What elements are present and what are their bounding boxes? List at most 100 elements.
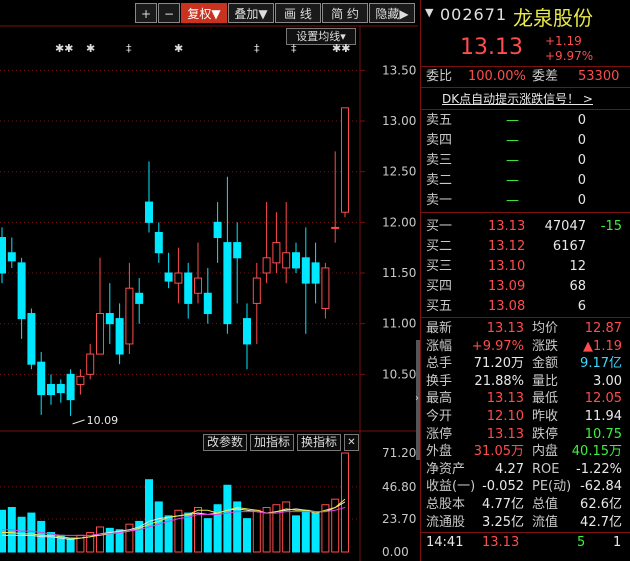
event-marker[interactable]: ✱✱	[55, 42, 73, 55]
candle[interactable]	[292, 242, 300, 273]
stat-value: 13.13	[486, 426, 524, 442]
close-indicator-button[interactable]: ✕	[344, 434, 359, 451]
candle[interactable]	[86, 343, 95, 380]
candle[interactable]	[213, 202, 222, 263]
event-marker[interactable]: ‡	[291, 42, 297, 55]
bid-price: 13.10	[488, 259, 526, 274]
volume-bar	[262, 507, 271, 553]
volume-tick-label: 71.20	[382, 446, 416, 460]
event-marker[interactable]: ✱✱	[332, 42, 350, 55]
tick-row: 14:41 13.13 5 1	[420, 534, 630, 552]
stat-label: 跌停	[532, 426, 559, 442]
candle[interactable]	[164, 252, 173, 289]
candle[interactable]	[262, 202, 271, 284]
candlestick-series	[0, 107, 349, 416]
candle[interactable]	[115, 303, 124, 365]
candle[interactable]	[252, 262, 261, 344]
draw-line-button[interactable]: 画 线	[275, 3, 321, 23]
hide-panel-button[interactable]: 隐藏▶	[369, 3, 415, 23]
event-marker[interactable]: ✱	[174, 42, 183, 55]
candle[interactable]	[282, 202, 291, 284]
bid-volume: 6	[577, 299, 586, 314]
candle[interactable]	[331, 151, 340, 243]
stat-row: 外盘 31.05万 内盘 40.15万	[420, 443, 630, 461]
dk-signal-link[interactable]: DK点自动提示涨跌信号！ >	[442, 90, 593, 107]
ask-volume: 0	[577, 133, 586, 148]
ask-price: —	[506, 153, 519, 168]
price-tick-label: 10.50	[382, 367, 416, 381]
switch-indicator-button[interactable]: 换指标	[297, 434, 341, 451]
candle[interactable]	[233, 222, 242, 304]
stat-value: 11.94	[584, 409, 622, 424]
candle[interactable]	[223, 176, 232, 334]
add-indicator-button[interactable]: 加指标	[250, 434, 294, 451]
ask-label: 卖二	[426, 173, 453, 188]
volume-bar	[252, 509, 261, 553]
stat-value: 3.25亿	[482, 514, 524, 530]
candle[interactable]	[135, 278, 144, 324]
candle[interactable]	[17, 257, 26, 339]
bid-extra: -15	[600, 219, 622, 234]
candle[interactable]	[105, 283, 114, 344]
chevron-down-icon[interactable]: ▼	[425, 6, 433, 19]
candle[interactable]	[47, 374, 55, 405]
candle[interactable]	[341, 107, 349, 218]
stat-value: 21.88%	[474, 373, 524, 389]
volume-bar	[154, 501, 163, 553]
candle[interactable]	[243, 303, 251, 370]
stat-row: 最高 13.13 最低 12.05	[420, 390, 630, 408]
change-params-button[interactable]: 改参数	[203, 434, 247, 451]
weibi-value: 100.00%	[468, 69, 526, 84]
overlay-button[interactable]: 叠加▼	[228, 3, 274, 23]
candle[interactable]	[203, 267, 212, 324]
candle[interactable]	[321, 262, 330, 319]
zoom-in-button[interactable]: +	[135, 3, 157, 23]
fuquan-button[interactable]: 复权▼	[181, 3, 227, 23]
bid-row: 买三 13.10 12	[420, 258, 630, 276]
candle[interactable]	[272, 212, 281, 273]
ask-row: 卖五 — 0	[420, 112, 630, 130]
stat-row: 总股本 4.77亿 总值 62.6亿	[420, 496, 630, 514]
candle[interactable]	[125, 262, 134, 355]
candle[interactable]	[145, 161, 153, 233]
price-tick-label: 12.50	[382, 165, 416, 179]
candle[interactable]	[56, 379, 65, 403]
volume-tick-label: 46.80	[382, 480, 416, 494]
kline-chart[interactable]: 13.50 13.00 12.50 12.00 11.50 11.00 10.50 71.20…	[0, 0, 418, 561]
candle[interactable]	[76, 369, 85, 395]
stat-row: 净资产 4.27 ROE -1.22%	[420, 461, 630, 479]
stat-value: 12.10	[486, 409, 524, 424]
ask-price: —	[506, 133, 519, 148]
candle[interactable]	[7, 237, 16, 268]
bid-price: 13.13	[488, 219, 526, 234]
candle[interactable]	[311, 242, 320, 304]
ask-label: 卖三	[426, 153, 453, 168]
candle[interactable]	[96, 257, 104, 355]
candle[interactable]	[37, 352, 46, 415]
bid-price: 13.12	[488, 239, 526, 254]
event-marker[interactable]: ‡	[126, 42, 132, 55]
stat-label: 总值	[532, 497, 559, 512]
volume-bar	[243, 518, 251, 553]
bid-price: 13.09	[488, 279, 526, 294]
price-tick-label: 13.00	[382, 114, 416, 128]
event-marker[interactable]: ✱	[86, 42, 95, 55]
candle[interactable]	[0, 227, 6, 284]
ask-label: 卖四	[426, 133, 453, 148]
candle[interactable]	[66, 369, 75, 416]
price-tick-label: 11.50	[382, 266, 416, 280]
stat-value: 3.00	[593, 373, 622, 389]
candle[interactable]	[154, 222, 163, 263]
ask-row: 卖二 — 0	[420, 172, 630, 190]
volume-bar	[203, 518, 212, 553]
candle[interactable]	[301, 227, 310, 334]
zoom-out-button[interactable]: −	[158, 3, 180, 23]
event-marker[interactable]: ‡	[254, 42, 260, 55]
candle[interactable]	[27, 308, 36, 370]
candle[interactable]	[174, 247, 183, 304]
stat-label: 最新	[426, 321, 453, 336]
candle[interactable]	[184, 262, 193, 319]
bid-row: 买五 13.08 6	[420, 298, 630, 316]
scroll-arrow-icon[interactable]: ›	[415, 393, 419, 404]
simple-mode-button[interactable]: 简 约	[322, 3, 368, 23]
